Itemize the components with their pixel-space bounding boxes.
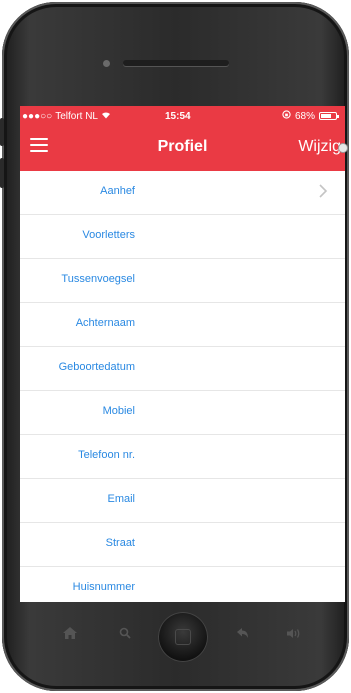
field-label: Huisnummer [72,581,135,593]
carrier-name: Telfort NL [55,110,98,122]
status-bar: ●●●○○ Telfort NL 15:54 68% [20,106,345,126]
profile-field-list: Aanhef Voorletters Tussenvoegsel Achternaam… [20,171,345,602]
profile-field-row[interactable]: Achternaam [20,303,345,347]
field-label: Geboortedatum [58,361,135,373]
search-icon [119,627,131,639]
battery-icon [319,112,339,120]
profile-field-row[interactable]: Tussenvoegsel [20,259,345,303]
navigation-bar: Profiel Wijzig [20,126,345,171]
app-screen: ●●●○○ Telfort NL 15:54 68% Profiel Wijzi… [20,106,345,602]
profile-field-row[interactable]: Aanhef [20,171,345,215]
profile-field-row[interactable]: Huisnummer [20,567,345,602]
edit-button[interactable]: Wijzig [298,138,341,156]
battery-percent: 68% [294,110,315,122]
front-camera [103,60,110,67]
carrier-info: ●●●○○ Telfort NL [22,111,111,122]
edit-indicator-dot [338,143,348,153]
field-label: Email [107,493,135,505]
volume-icon [287,629,300,638]
status-time: 15:54 [165,110,191,122]
field-label: Achternaam [75,317,135,329]
profile-field-row[interactable]: Straat [20,523,345,567]
home-icon [63,627,77,639]
field-label: Telefoon nr. [78,449,135,461]
back-icon [237,628,248,638]
volume-up-button [0,158,4,188]
page-title: Profiel [157,138,208,155]
profile-field-row[interactable]: Mobiel [20,391,345,435]
earpiece-speaker [123,60,229,66]
profile-field-row[interactable]: Geboortedatum [20,347,345,391]
field-label: Mobiel [102,405,135,417]
field-label: Voorletters [82,229,135,241]
wifi-icon [101,111,111,122]
profile-field-row[interactable]: Telefoon nr. [20,435,345,479]
profile-field-row[interactable]: Email [20,479,345,523]
rotation-lock-icon [282,110,291,122]
field-label: Straat [105,537,135,549]
profile-field-row[interactable]: Voorletters [20,215,345,259]
field-label: Tussenvoegsel [61,273,135,285]
home-button [158,612,208,662]
mute-switch [0,118,4,146]
chevron-right-icon [319,184,328,198]
status-right: 68% [282,110,339,122]
signal-icon: ●●●○○ [22,110,53,122]
field-label: Aanhef [100,185,135,197]
